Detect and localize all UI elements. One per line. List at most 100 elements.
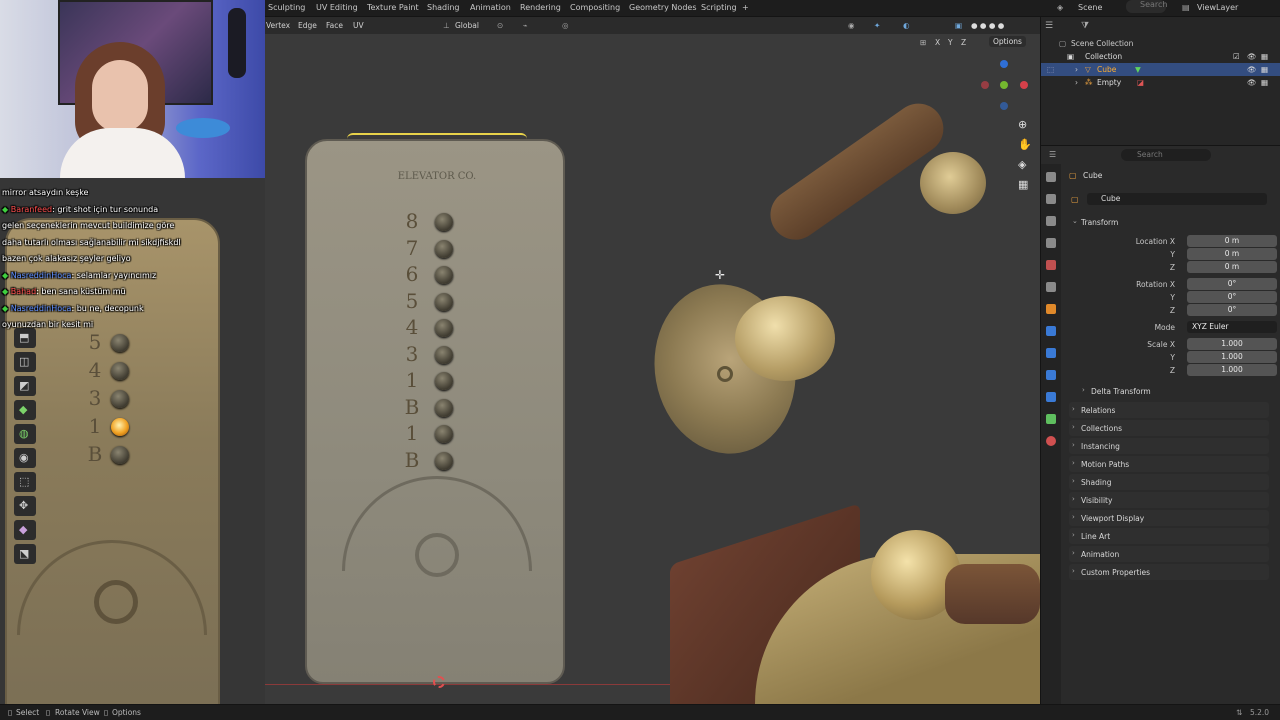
rotation-z-field[interactable]: 0°	[1187, 304, 1277, 316]
tool-bevel[interactable]: ◩	[14, 376, 36, 396]
menu-edge[interactable]: Edge	[298, 21, 317, 30]
tab-sculpting[interactable]: Sculpting	[268, 3, 305, 12]
tab-shading[interactable]: Shading	[427, 3, 460, 12]
location-x-field[interactable]: 0 m	[1187, 235, 1277, 247]
mesh-symmetry-icon[interactable]: ⊞	[920, 38, 926, 47]
3d-viewport[interactable]: ⊞ X Y Z Options ⊕ ✋ ◈ ▦ ELEVATOR CO. 876…	[265, 34, 1040, 704]
material-tab-icon[interactable]	[1046, 436, 1056, 446]
scene-name[interactable]: Scene	[1078, 3, 1102, 12]
world-tab-icon[interactable]	[1046, 282, 1056, 292]
panel-line-art[interactable]: › Line Art	[1069, 528, 1269, 544]
elevator-panel-mesh[interactable]: ELEVATOR CO. 8765431B1B	[305, 133, 565, 684]
pivot-icon[interactable]: ⊙	[497, 21, 503, 30]
gizmo-y-icon[interactable]	[1000, 81, 1008, 89]
outliner-row-cube[interactable]: ⬚ › ▽ Cube ▼ 👁 ▦	[1041, 63, 1280, 76]
empty-visibility-icon[interactable]: 👁	[1247, 78, 1257, 87]
navigation-gizmo[interactable]	[981, 60, 1031, 110]
zoom-icon[interactable]: ⊕	[1018, 118, 1027, 131]
tool-knife[interactable]: ◍	[14, 424, 36, 444]
rotation-mode-select[interactable]: XYZ Euler	[1187, 321, 1277, 333]
properties-search[interactable]: Search	[1121, 149, 1211, 161]
render-tab-icon[interactable]	[1046, 194, 1056, 204]
tab-rendering[interactable]: Rendering	[520, 3, 561, 12]
outliner-filter-icon[interactable]: ⧩	[1081, 21, 1089, 31]
transform-panel-header[interactable]: ⌄ Transform	[1069, 214, 1269, 230]
tool-tab-icon[interactable]	[1046, 172, 1056, 182]
modifier-tab-icon[interactable]	[1046, 326, 1056, 336]
panel-custom-properties[interactable]: › Custom Properties	[1069, 564, 1269, 580]
brass-handle-grip[interactable]	[945, 564, 1040, 624]
tab-geometry-nodes[interactable]: Geometry Nodes	[629, 3, 696, 12]
tab-texture-paint[interactable]: Texture Paint	[367, 3, 419, 12]
menu-face[interactable]: Face	[326, 21, 343, 30]
location-z-field[interactable]: 0 m	[1187, 261, 1277, 273]
tool-extrude[interactable]: ⬒	[14, 328, 36, 348]
scale-z-field[interactable]: 1.000	[1187, 364, 1277, 376]
panel-instancing[interactable]: › Instancing	[1069, 438, 1269, 454]
tool-rip[interactable]: ⬔	[14, 544, 36, 564]
overlays-icon[interactable]: ◐	[903, 21, 910, 30]
panel-relations[interactable]: › Relations	[1069, 402, 1269, 418]
tool-inset[interactable]: ◫	[14, 352, 36, 372]
symmetry-y[interactable]: Y	[948, 38, 953, 47]
gizmo-toggle-icon[interactable]: ✦	[874, 21, 880, 30]
symmetry-x[interactable]: X	[935, 38, 940, 47]
pan-hand-icon[interactable]: ✋	[1018, 138, 1032, 151]
physics-tab-icon[interactable]	[1046, 370, 1056, 380]
gizmo-x-icon[interactable]	[1020, 81, 1028, 89]
camera-view-icon[interactable]: ◈	[1018, 158, 1026, 171]
collection-visibility-icon[interactable]: 👁	[1247, 52, 1257, 61]
lever-knuckle[interactable]	[735, 296, 835, 381]
menu-uv[interactable]: UV	[353, 21, 364, 30]
cube-render-icon[interactable]: ▦	[1261, 65, 1268, 74]
view-layer-name[interactable]: ViewLayer	[1197, 3, 1238, 12]
panel-motion-paths[interactable]: › Motion Paths	[1069, 456, 1269, 472]
panel-shading[interactable]: › Shading	[1069, 474, 1269, 490]
transform-orientation-select[interactable]: Global	[455, 21, 479, 30]
rotation-y-field[interactable]: 0°	[1187, 291, 1277, 303]
edit-mode-icon[interactable]: ⬚	[1047, 65, 1054, 74]
collection-render-icon[interactable]: ▦	[1261, 52, 1268, 61]
gizmo-z-icon[interactable]	[1000, 60, 1008, 68]
panel-animation[interactable]: › Animation	[1069, 546, 1269, 562]
object-tab-icon[interactable]	[1046, 304, 1056, 314]
tab-compositing[interactable]: Compositing	[570, 3, 620, 12]
tab-uv-editing[interactable]: UV Editing	[316, 3, 358, 12]
add-workspace-button[interactable]: +	[742, 3, 749, 12]
collection-checkbox[interactable]: ☑	[1233, 52, 1240, 61]
rotation-x-field[interactable]: 0°	[1187, 278, 1277, 290]
xray-icon[interactable]: ▣	[955, 21, 962, 30]
symmetry-z[interactable]: Z	[961, 38, 966, 47]
outliner-row-scene-collection[interactable]: ▢ Scene Collection	[1041, 37, 1280, 50]
tool-spin[interactable]: ⬚	[14, 472, 36, 492]
location-y-field[interactable]: 0 m	[1187, 248, 1277, 260]
gizmo-neg-x-icon[interactable]	[981, 81, 989, 89]
object-name-field[interactable]: Cube	[1087, 193, 1267, 205]
scene-search[interactable]: Search	[1126, 0, 1167, 13]
gizmo-neg-z-icon[interactable]	[1000, 102, 1008, 110]
outliner-editor-icon[interactable]: ☰	[1045, 21, 1053, 31]
proportional-edit-icon[interactable]: ◎	[562, 21, 569, 30]
panel-viewport-display[interactable]: › Viewport Display	[1069, 510, 1269, 526]
properties-editor-icon[interactable]: ☰	[1049, 150, 1056, 159]
particles-tab-icon[interactable]	[1046, 348, 1056, 358]
snap-icon[interactable]: ⌁	[523, 21, 528, 30]
empty-render-icon[interactable]: ▦	[1261, 78, 1268, 87]
cube-visibility-icon[interactable]: 👁	[1247, 65, 1257, 74]
lever-end-cap[interactable]	[920, 152, 986, 214]
panel-visibility[interactable]: › Visibility	[1069, 492, 1269, 508]
output-tab-icon[interactable]	[1046, 216, 1056, 226]
expand-chevron-icon[interactable]: ›	[1075, 65, 1078, 74]
view-layer-icon[interactable]: ▤	[1182, 3, 1190, 12]
tool-poly-build[interactable]: ◉	[14, 448, 36, 468]
panel-collections[interactable]: › Collections	[1069, 420, 1269, 436]
tool-smooth[interactable]: ✥	[14, 496, 36, 516]
tab-animation[interactable]: Animation	[470, 3, 511, 12]
view-layer-tab-icon[interactable]	[1046, 238, 1056, 248]
data-tab-icon[interactable]	[1046, 414, 1056, 424]
scale-y-field[interactable]: 1.000	[1187, 351, 1277, 363]
tool-loop-cut[interactable]: ◆	[14, 400, 36, 420]
expand-chevron-icon[interactable]: ›	[1075, 78, 1078, 87]
tool-shear[interactable]: ◆	[14, 520, 36, 540]
tab-scripting[interactable]: Scripting	[701, 3, 737, 12]
